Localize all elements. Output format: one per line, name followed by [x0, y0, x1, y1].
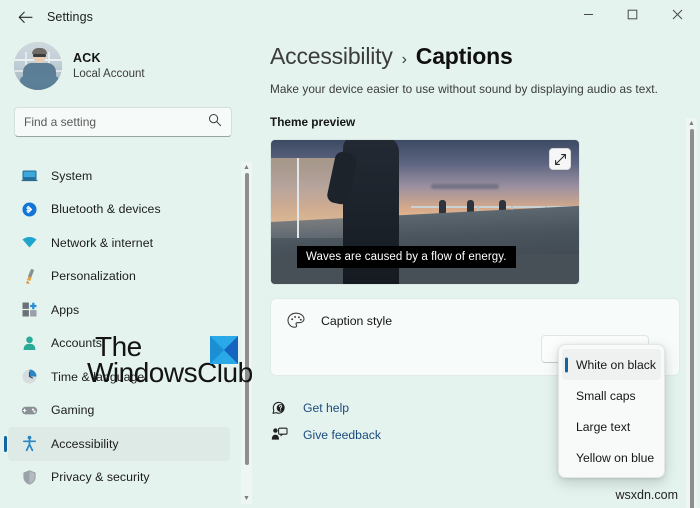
sidebar-item-label: Network & internet [51, 235, 154, 250]
dropdown-option-label: Yellow on blue [576, 450, 655, 465]
dropdown-option-small-caps[interactable]: Small caps [562, 380, 661, 411]
account-type: Local Account [73, 68, 145, 81]
search-icon [208, 113, 222, 132]
sidebar-item-time-language[interactable]: Time & language [8, 360, 230, 394]
accessibility-icon [20, 435, 38, 453]
paintbrush-icon [20, 267, 38, 285]
sidebar-item-label: Accounts [51, 336, 102, 351]
palette-icon [285, 310, 307, 332]
sidebar-item-label: Time & language [51, 369, 145, 384]
scrollbar-thumb[interactable] [690, 129, 694, 508]
account-section[interactable]: ACK Local Account [14, 42, 252, 90]
page-subtitle: Make your device easier to use without s… [270, 82, 658, 96]
minimize-button[interactable] [566, 0, 610, 32]
title-bar: Settings [0, 0, 700, 34]
link-label: Get help [303, 400, 350, 415]
sidebar-item-system[interactable]: System [8, 159, 230, 193]
gamepad-icon [20, 401, 38, 419]
sidebar-item-accounts[interactable]: Accounts [8, 327, 230, 361]
dropdown-option-yellow-on-blue[interactable]: Yellow on blue [562, 442, 661, 473]
sidebar-item-label: Gaming [51, 403, 95, 418]
sidebar-item-label: Personalization [51, 269, 136, 284]
back-button[interactable] [8, 2, 42, 32]
selection-indicator [4, 435, 7, 452]
sidebar-nav-list: System Bluetooth & devices Network & int… [0, 159, 238, 504]
sidebar-item-label: Apps [51, 302, 80, 317]
breadcrumb: Accessibility › Captions [270, 43, 700, 70]
avatar [14, 42, 62, 90]
help-icon [270, 398, 289, 417]
dropdown-option-white-on-black[interactable]: White on black [562, 349, 661, 380]
breadcrumb-separator-icon: › [401, 51, 407, 68]
sidebar-item-privacy-security[interactable]: Privacy & security [8, 461, 230, 495]
close-button[interactable] [654, 0, 700, 32]
window-controls [566, 0, 700, 32]
scrollbar-thumb[interactable] [245, 173, 249, 465]
person-icon [20, 334, 38, 352]
system-icon [20, 167, 38, 185]
maximize-button[interactable] [610, 0, 654, 32]
search-box[interactable] [14, 107, 232, 137]
dropdown-option-large-text[interactable]: Large text [562, 411, 661, 442]
account-name: ACK [73, 50, 101, 65]
sidebar-item-label: Privacy & security [51, 470, 150, 485]
caption-style-dropdown[interactable]: White on black Small caps Large text Yel… [558, 344, 665, 478]
search-input[interactable] [24, 115, 208, 129]
sidebar-item-gaming[interactable]: Gaming [8, 394, 230, 428]
scroll-up-arrow-icon[interactable]: ▲ [686, 118, 697, 129]
wifi-icon [20, 234, 38, 252]
page-title: Captions [415, 43, 513, 69]
maximize-icon [627, 7, 638, 25]
scroll-up-arrow-icon[interactable]: ▲ [241, 162, 252, 173]
feedback-icon [270, 425, 289, 444]
arrow-left-icon [18, 11, 33, 24]
theme-preview-image: Waves are caused by a flow of energy. [270, 139, 580, 285]
sidebar-item-label: System [51, 168, 93, 183]
dropdown-option-label: White on black [576, 357, 656, 372]
app-title: Settings [47, 10, 93, 24]
caption-style-label: Caption style [321, 314, 393, 328]
breadcrumb-parent[interactable]: Accessibility [270, 43, 393, 70]
dropdown-option-label: Small caps [576, 388, 636, 403]
shield-icon [20, 468, 38, 486]
clock-icon [20, 368, 38, 386]
dropdown-option-label: Large text [576, 419, 631, 434]
minimize-icon [583, 7, 594, 25]
sidebar: ACK Local Account Find a setting System … [0, 34, 252, 508]
expand-diagonal-icon[interactable] [549, 148, 571, 170]
preview-caption-text: Waves are caused by a flow of energy. [297, 246, 516, 268]
main-scrollbar[interactable]: ▲ ▼ [686, 118, 697, 508]
scroll-down-arrow-icon[interactable]: ▼ [241, 493, 252, 504]
sidebar-item-accessibility[interactable]: Accessibility [4, 427, 230, 461]
sidebar-item-apps[interactable]: Apps [8, 293, 230, 327]
theme-preview-label: Theme preview [270, 115, 356, 129]
bluetooth-icon [20, 200, 38, 218]
apps-icon [20, 301, 38, 319]
settings-window: Settings ACK Local Account Find a settin… [0, 0, 700, 508]
sidebar-item-label: Bluetooth & devices [51, 202, 161, 217]
sidebar-item-network-internet[interactable]: Network & internet [8, 226, 230, 260]
sidebar-item-bluetooth-devices[interactable]: Bluetooth & devices [8, 193, 230, 227]
close-icon [672, 7, 683, 25]
link-label: Give feedback [303, 427, 381, 442]
sidebar-item-label: Accessibility [51, 436, 119, 451]
sidebar-scrollbar[interactable]: ▲ ▼ [241, 162, 252, 504]
sidebar-item-personalization[interactable]: Personalization [8, 260, 230, 294]
selection-indicator [565, 357, 568, 372]
